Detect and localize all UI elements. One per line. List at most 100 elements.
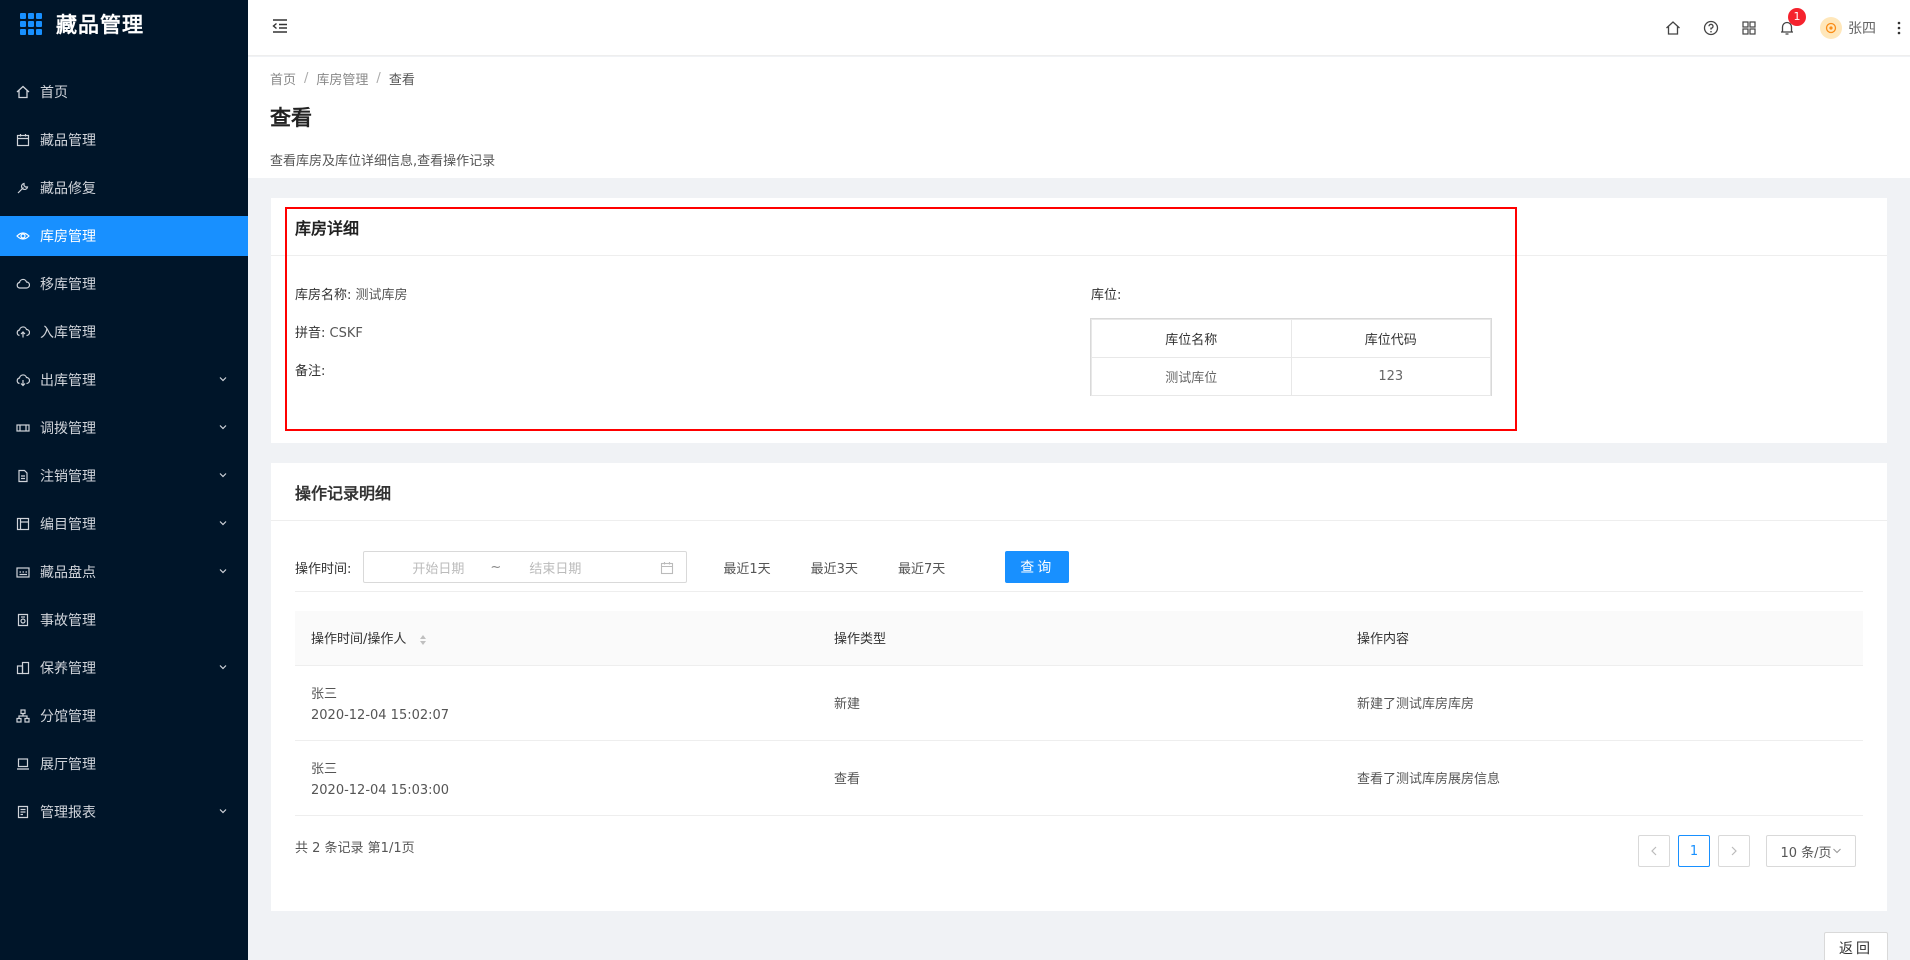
sidebar-item-home[interactable]: 首页 [0,72,248,112]
query-button[interactable]: 查询 [1005,551,1070,583]
sidebar-item-label: 移库管理 [40,277,96,293]
chevron-right-icon [1731,846,1737,856]
breadcrumb-item-current: 查看 [388,73,415,88]
sidebar-item-label: 出库管理 [40,373,96,389]
sidebar-item-allocation[interactable]: 调拨管理 [0,408,248,448]
sidebar-item-label: 编目管理 [40,517,96,533]
sort-icon[interactable] [419,634,427,646]
quick-range-1-day[interactable]: 最近1天 [723,558,770,577]
top-header: 1 张四 [248,0,1910,56]
page-size-select[interactable]: 10 条/页 [1766,835,1856,867]
chevron-down-icon [219,521,227,526]
sidebar-menu: 首页 藏品管理 藏品修复 库房管理 移库管理 入库管理 出库管理 调拨管理 注销… [0,72,248,832]
notification-bell-icon[interactable]: 1 [1779,8,1806,36]
app-logo[interactable]: 藏品管理 [0,0,248,48]
catalog-icon [16,517,30,531]
location-table: 库位名称 库位代码 测试库位 123 [1091,319,1491,396]
column-header-type: 操作类型 [818,611,1341,666]
chevron-down-icon [219,425,227,430]
cloud-download-icon [16,373,30,387]
warehouse-remark-row: 备注: [295,360,325,379]
transfer-icon [16,421,30,435]
chevron-left-icon [1651,846,1657,856]
sidebar-item-label: 管理报表 [40,805,96,821]
warehouse-detail-title: 库房详细 [271,198,1887,256]
warehouse-pinyin-value: CSKF [329,326,363,341]
chevron-down-icon [219,809,227,814]
home-icon [16,85,30,99]
location-label: 库位: [1091,288,1122,303]
page-number-button[interactable]: 1 [1678,835,1710,867]
total-records-text: 共 2 条记录 第1/1页 [295,841,415,856]
sidebar-item-collections[interactable]: 藏品管理 [0,120,248,160]
calendar-icon [661,562,674,575]
operation-time: 2020-12-04 15:03:00 [311,782,450,798]
quick-range-7-days[interactable]: 最近7天 [898,558,945,577]
user-menu[interactable]: 张四 [1820,17,1876,39]
range-separator: ~ [490,559,502,575]
date-range-picker[interactable]: 开始日期 ~ 结束日期 [363,551,688,583]
quick-range-3-days[interactable]: 最近3天 [811,558,858,577]
breadcrumb-separator: / [376,71,381,86]
sidebar-item-warehouse[interactable]: 库房管理 [0,216,248,256]
column-header-time-operator[interactable]: 操作时间/操作人 [295,611,818,666]
file-icon [16,469,30,483]
warehouse-remark-label: 备注: [295,364,326,379]
sidebar-item-label: 注销管理 [40,469,96,485]
sidebar-item-restoration[interactable]: 藏品修复 [0,168,248,208]
table-cell: 张三 2020-12-04 15:03:00 [295,740,818,816]
sidebar-item-exhibition-halls[interactable]: 展厅管理 [0,744,248,784]
column-header-label: 操作时间/操作人 [311,632,407,648]
operator-name: 张三 [311,686,338,702]
table-header-row: 操作时间/操作人 操作类型 操作内容 [295,611,1863,666]
sidebar-item-label: 藏品修复 [40,181,96,197]
end-date-input[interactable]: 结束日期 [529,558,581,577]
sidebar-item-cancellation[interactable]: 注销管理 [0,456,248,496]
sidebar-item-stock-in[interactable]: 入库管理 [0,312,248,352]
menu-fold-icon[interactable] [270,16,290,36]
breadcrumb-item-home[interactable]: 首页 [270,69,296,88]
help-icon[interactable] [1703,20,1719,36]
page-header: 首页 / 库房管理 / 查看 查看 查看库房及库位详细信息,查看操作记录 [248,57,1910,178]
sidebar-item-stock-out[interactable]: 出库管理 [0,360,248,400]
chevron-down-icon [219,377,227,382]
reconciliation-icon [16,805,30,819]
sidebar-item-branches[interactable]: 分馆管理 [0,696,248,736]
appstore-icon[interactable] [1741,20,1757,36]
breadcrumb-item-warehouse[interactable]: 库房管理 [316,69,368,88]
more-vertical-icon[interactable] [1896,20,1902,36]
back-button[interactable]: 返回 [1824,932,1888,960]
column-header: 库位代码 [1290,319,1491,358]
sidebar-item-reports[interactable]: 管理报表 [0,792,248,832]
report-icon [16,613,30,627]
sidebar-item-incidents[interactable]: 事故管理 [0,600,248,640]
sidebar-item-label: 藏品盘点 [40,565,96,581]
operation-type: 查看 [818,740,1341,816]
column-header: 库位名称 [1091,319,1292,358]
table-row: 张三 2020-12-04 15:02:07 新建 新建了测试库房库房 [295,665,1863,741]
sidebar-item-cataloging[interactable]: 编目管理 [0,504,248,544]
calendar-icon [16,133,30,147]
table-cell: 测试库位 [1091,357,1292,396]
tool-icon [16,181,30,195]
page-size-value: 10 条/页 [1780,845,1832,861]
user-name: 张四 [1848,21,1876,37]
chevron-down-icon [219,569,227,574]
sidebar-item-label: 事故管理 [40,613,96,629]
breadcrumb-separator: / [304,71,309,86]
inventory-icon [16,565,30,579]
sidebar-item-inventory[interactable]: 藏品盘点 [0,552,248,592]
next-page-button[interactable] [1718,835,1750,867]
table-header-row: 库位名称 库位代码 [1091,319,1491,358]
maintenance-icon [16,661,30,675]
sidebar-item-relocation[interactable]: 移库管理 [0,264,248,304]
chevron-down-icon [1832,848,1841,854]
operation-content: 新建了测试库房库房 [1341,665,1863,741]
home-icon[interactable] [1665,20,1681,36]
prev-page-button[interactable] [1638,835,1670,867]
start-date-input[interactable]: 开始日期 [412,558,464,577]
apps-grid-icon [20,13,42,35]
sidebar-item-maintenance[interactable]: 保养管理 [0,648,248,688]
header-actions: 1 张四 [1654,0,1910,56]
sidebar-item-label: 展厅管理 [40,757,96,773]
